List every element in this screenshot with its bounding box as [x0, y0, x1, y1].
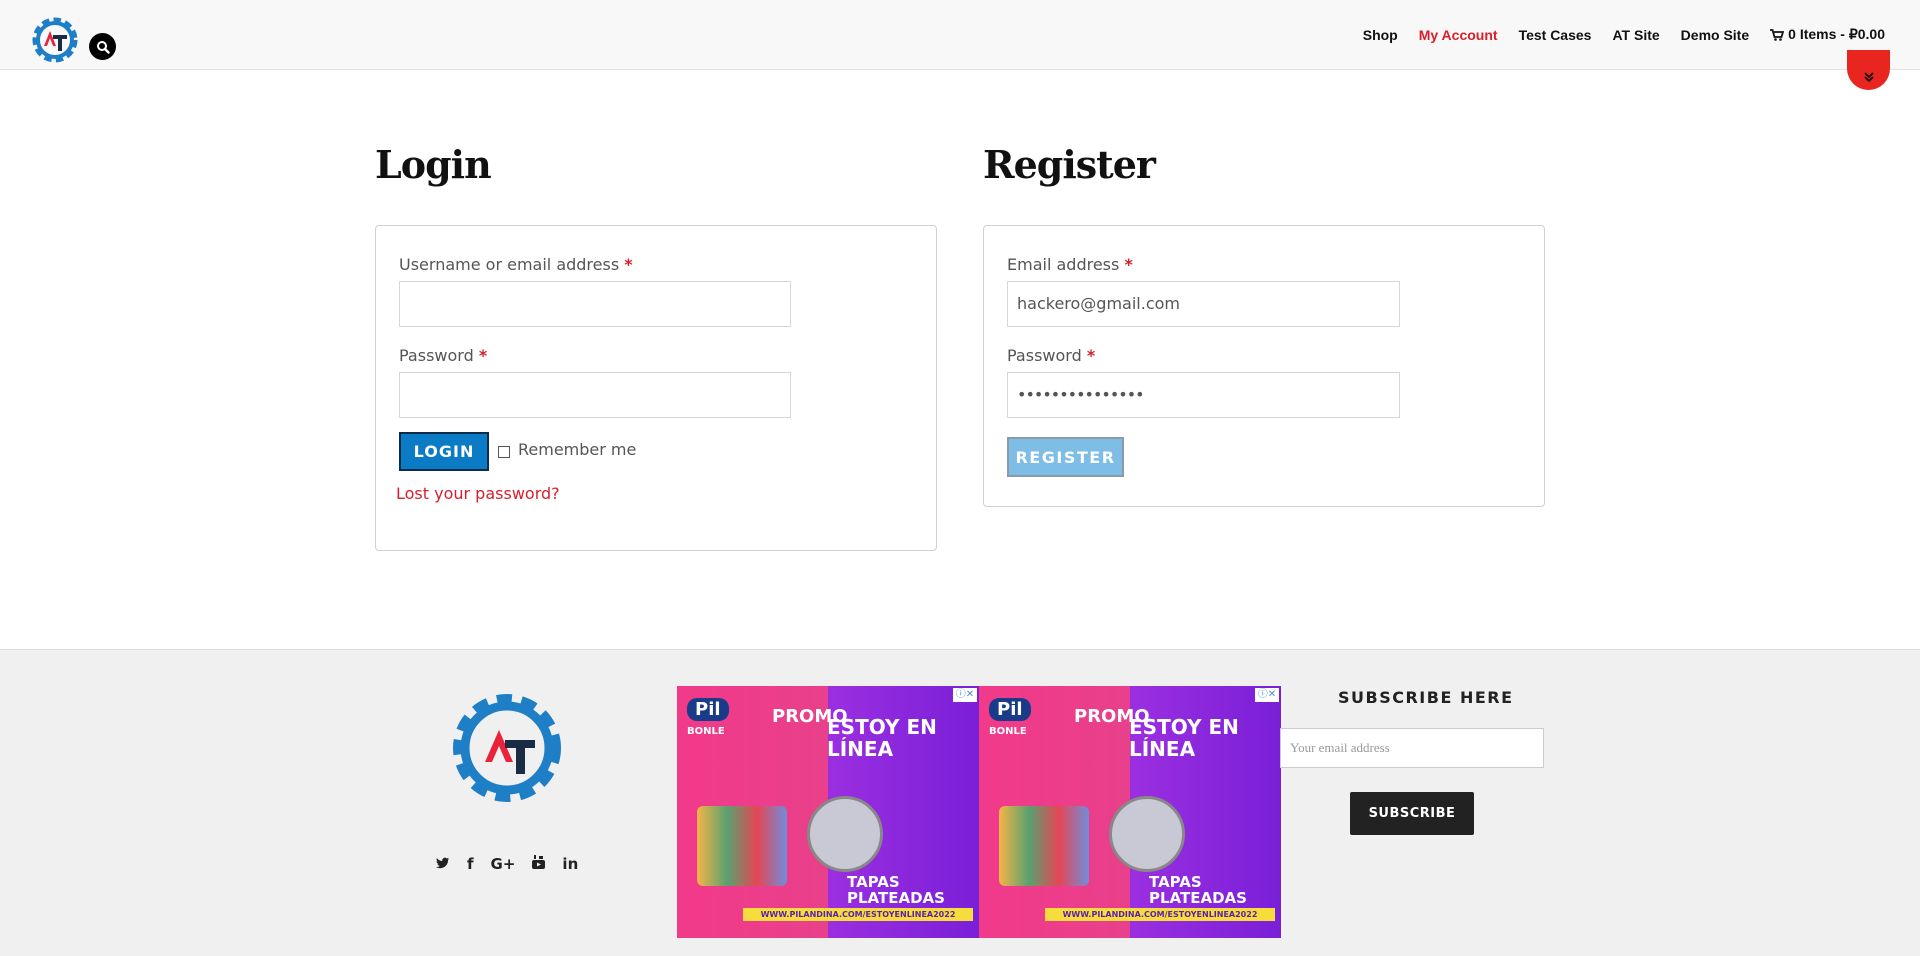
advertisement-2[interactable]: Pil BONLE PROMO ESTOY EN LÍNEA TAPAS PLA…	[979, 686, 1281, 938]
ad-brand-sub: BONLE	[687, 726, 725, 737]
scroll-down-button[interactable]	[1847, 50, 1890, 90]
main-nav: Shop My Account Test Cases AT Site Demo …	[1342, 26, 1885, 43]
cart-icon	[1770, 28, 1785, 41]
nav-test-cases[interactable]: Test Cases	[1519, 26, 1592, 43]
ad-close-icon[interactable]: ⓘ✕	[1255, 688, 1279, 702]
username-input[interactable]	[399, 281, 791, 327]
chevron-double-down-icon	[1863, 72, 1874, 83]
search-button[interactable]	[89, 33, 116, 60]
ad-brand-sub: BONLE	[989, 726, 1027, 737]
username-label: Username or email address *	[399, 255, 633, 274]
register-email-label: Email address *	[1007, 255, 1133, 274]
facebook-icon[interactable]: f	[467, 855, 474, 873]
ad-brand: Pil	[989, 698, 1031, 721]
ad-brand: Pil	[687, 698, 729, 721]
remember-me-checkbox[interactable]	[498, 446, 510, 458]
subscribe-email-input[interactable]: Your email address	[1280, 728, 1544, 768]
login-password-label: Password *	[399, 346, 488, 365]
google-plus-icon[interactable]: G+	[491, 855, 516, 873]
ad-close-icon[interactable]: ⓘ✕	[953, 688, 977, 702]
register-password-label: Password *	[1007, 346, 1096, 365]
ad-coin-image	[1109, 796, 1185, 872]
register-button[interactable]: REGISTER	[1007, 437, 1124, 477]
search-icon	[96, 40, 110, 54]
register-email-input[interactable]: hackero@gmail.com	[1007, 281, 1400, 327]
nav-at-site[interactable]: AT Site	[1612, 26, 1659, 43]
ad-tag: TAPAS PLATEADAS	[1149, 873, 1247, 907]
subscribe-button[interactable]: SUBSCRIBE	[1350, 792, 1474, 835]
linkedin-icon[interactable]: in	[562, 855, 578, 873]
ad-url: WWW.PILANDINA.COM/ESTOYENLINEA2022	[1045, 908, 1275, 921]
ad-tag: TAPAS PLATEADAS	[847, 873, 945, 907]
ad-headline-right: ESTOY EN LÍNEA	[1129, 715, 1239, 761]
ad-product-image	[697, 806, 787, 886]
login-password-input[interactable]	[399, 372, 791, 418]
ad-coin-image	[807, 796, 883, 872]
youtube-icon[interactable]	[532, 855, 546, 873]
site-logo[interactable]	[28, 13, 82, 67]
nav-cart[interactable]: 0 Items - ₽0.00	[1770, 26, 1885, 43]
ad-product-image	[999, 806, 1089, 886]
login-button[interactable]: LOGIN	[399, 432, 489, 471]
site-header: Shop My Account Test Cases AT Site Demo …	[0, 0, 1920, 70]
footer-logo[interactable]	[449, 686, 565, 810]
social-links: f G+ in	[436, 855, 578, 873]
twitter-icon[interactable]	[436, 855, 450, 873]
nav-shop[interactable]: Shop	[1363, 26, 1398, 43]
advertisement-1[interactable]: Pil BONLE PROMO ESTOY EN LÍNEA TAPAS PLA…	[677, 686, 979, 938]
register-title: Register	[983, 142, 1156, 187]
remember-me-label[interactable]: Remember me	[518, 440, 636, 459]
lost-password-link[interactable]: Lost your password?	[396, 484, 560, 503]
login-title: Login	[375, 142, 492, 187]
ad-headline-right: ESTOY EN LÍNEA	[827, 715, 937, 761]
ad-url: WWW.PILANDINA.COM/ESTOYENLINEA2022	[743, 908, 973, 921]
cart-label: 0 Items - ₽0.00	[1788, 26, 1885, 42]
nav-demo-site[interactable]: Demo Site	[1681, 26, 1749, 43]
subscribe-title: SUBSCRIBE HERE	[1338, 688, 1514, 707]
nav-my-account[interactable]: My Account	[1419, 26, 1498, 43]
register-password-input[interactable]: •••••••••••••••	[1007, 372, 1400, 418]
